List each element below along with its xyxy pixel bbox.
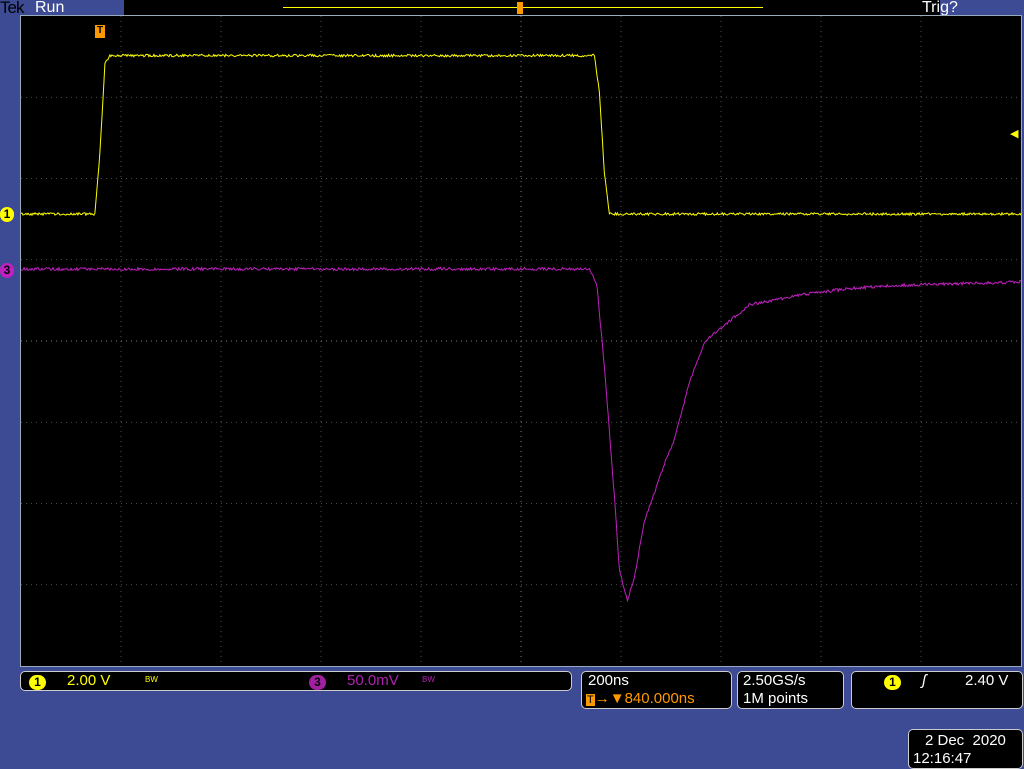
ch1-badge: 1 — [29, 675, 46, 690]
trigger-level-icon[interactable]: ◀ — [1010, 127, 1018, 140]
ch3-marker-label: 3 — [0, 263, 14, 278]
ch1-scale: 2.00 V — [67, 672, 110, 689]
time-scale: 200ns — [588, 672, 629, 689]
record-length: 1M points — [743, 690, 808, 707]
ch1-ground-marker[interactable]: 1 — [0, 205, 14, 223]
trigger-delay: T→▼840.000ns — [586, 690, 695, 707]
rising-edge-icon: ʃ — [922, 672, 926, 689]
ch3-ground-marker[interactable]: 3 — [0, 261, 14, 279]
record-window — [283, 7, 763, 8]
acquisition-readout[interactable]: 2.50GS/s 1M points — [737, 671, 844, 709]
waveform-ch3 — [21, 268, 1021, 601]
ch1-bw-icon: BW — [145, 675, 158, 684]
horizontal-readout[interactable]: 200ns T→▼840.000ns — [581, 671, 732, 709]
ch3-scale: 50.0mV — [347, 672, 399, 689]
trigger-readout[interactable]: 1 ʃ 2.40 V — [851, 671, 1023, 709]
ch3-badge: 3 — [309, 675, 326, 690]
date: 2 Dec 2020 — [925, 732, 1006, 749]
time: 12:16:47 — [913, 750, 971, 767]
trigger-source-badge: 1 — [884, 675, 901, 690]
trigger-time-marker-icon: T — [95, 25, 105, 38]
waveform-svg — [21, 16, 1021, 666]
vertical-readout[interactable]: 1 2.00 V BW 3 50.0mV BW — [20, 671, 572, 691]
datetime-readout: 2 Dec 2020 12:16:47 — [908, 729, 1023, 769]
trigger-level: 2.40 V — [965, 672, 1008, 689]
sample-rate: 2.50GS/s — [743, 672, 806, 689]
trigger-position-icon — [517, 2, 523, 14]
record-view-bar[interactable] — [124, 0, 940, 15]
waveform-display[interactable] — [20, 15, 1022, 667]
ch3-bw-icon: BW — [422, 675, 435, 684]
ch1-marker-label: 1 — [0, 207, 14, 222]
delay-value: →▼840.000ns — [595, 690, 695, 707]
delay-trigger-icon: T — [586, 694, 595, 706]
